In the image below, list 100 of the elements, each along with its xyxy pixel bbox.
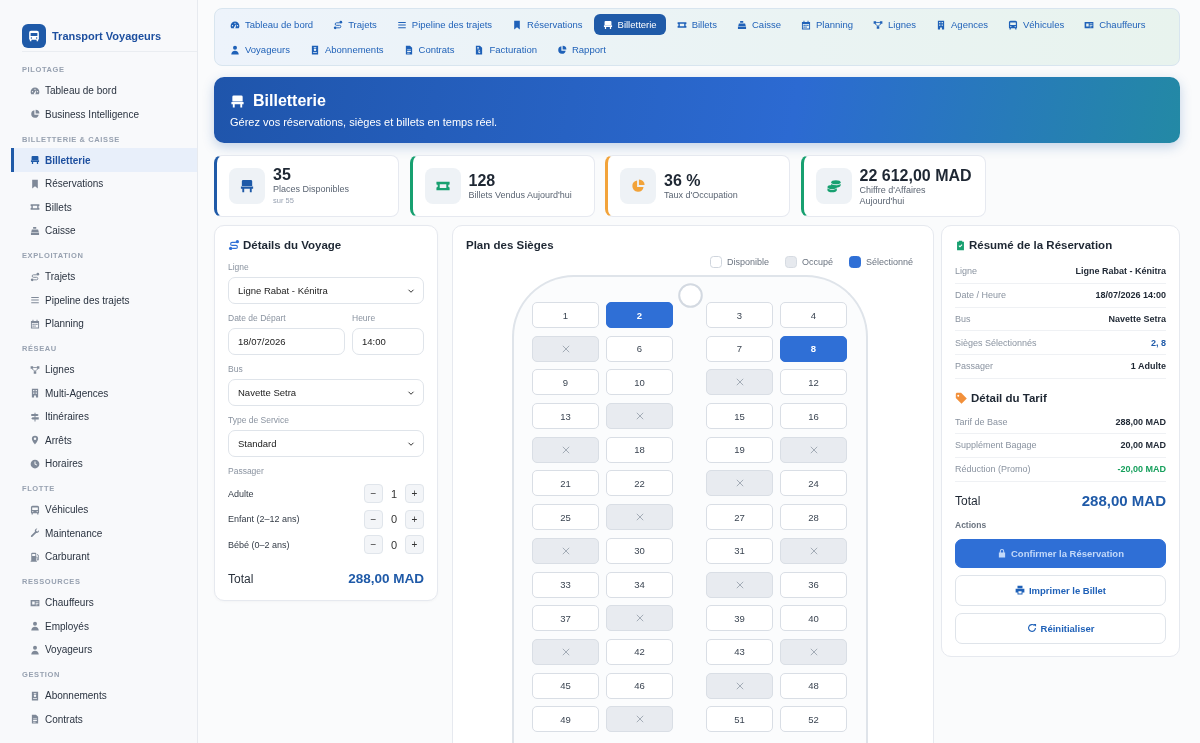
sidebar-item[interactable]: Carburant	[11, 544, 197, 569]
print-button[interactable]: Imprimer le Billet	[955, 574, 1166, 606]
seat-button[interactable]: 24	[780, 470, 847, 497]
nav-tab[interactable]: Billets	[667, 14, 726, 35]
nav-tab[interactable]: Voyageurs	[221, 39, 299, 60]
seat-button[interactable]: 27	[706, 504, 773, 531]
nav-tab[interactable]: Facturation	[465, 39, 546, 60]
seat-button[interactable]	[780, 537, 847, 564]
date-field[interactable]: 18/07/2026	[228, 328, 345, 355]
sidebar-item[interactable]: Arrêts	[11, 428, 197, 452]
seat-button[interactable]: 30	[606, 537, 673, 564]
seat-button[interactable]: 15	[706, 403, 773, 430]
seat-button[interactable]	[532, 436, 599, 463]
seat-button[interactable]	[780, 638, 847, 665]
seat-button[interactable]: 28	[780, 504, 847, 531]
nav-tab[interactable]: Réservations	[503, 14, 592, 35]
seat-button[interactable]: 34	[606, 571, 673, 598]
increment-button[interactable]: +	[405, 509, 424, 529]
decrement-button[interactable]: −	[364, 509, 383, 529]
seat-button[interactable]: 51	[706, 706, 773, 733]
seat-button[interactable]: 42	[606, 638, 673, 665]
seat-button[interactable]: 45	[532, 672, 599, 699]
sidebar-item[interactable]: Tableau de bord	[11, 78, 197, 103]
sidebar-item[interactable]: Billets	[11, 195, 197, 219]
sidebar-item[interactable]: Planning	[11, 311, 197, 336]
nav-tab[interactable]: Billetterie	[593, 14, 666, 35]
sidebar-item[interactable]: Employés	[11, 614, 197, 638]
nav-tab[interactable]: Véhicules	[999, 14, 1074, 35]
reset-button[interactable]: Réinitialiser	[955, 612, 1166, 644]
sidebar-item[interactable]: Business Intelligence	[11, 102, 197, 126]
decrement-button[interactable]: −	[364, 484, 383, 504]
nav-tab[interactable]: Caisse	[728, 14, 791, 35]
seat-button[interactable]	[780, 436, 847, 463]
seat-button[interactable]: 21	[532, 470, 599, 497]
sidebar-item[interactable]: Abonnements	[11, 683, 197, 708]
sidebar-item[interactable]: Réservations	[11, 171, 197, 196]
seat-button[interactable]: 25	[532, 504, 599, 531]
seat-button[interactable]: 22	[606, 470, 673, 497]
seat-button[interactable]: 52	[780, 706, 847, 733]
seat-button[interactable]	[706, 369, 773, 396]
sidebar-item[interactable]: Trajets	[11, 264, 197, 289]
seat-button[interactable]: 1	[532, 302, 599, 328]
sidebar-item[interactable]: Horaires	[11, 451, 197, 476]
seat-button[interactable]: 10	[606, 369, 673, 396]
seat-button[interactable]: 39	[706, 605, 773, 632]
seat-button[interactable]: 31	[706, 537, 773, 564]
seat-button[interactable]	[532, 537, 599, 564]
seat-button[interactable]: 48	[780, 672, 847, 699]
seat-button[interactable]	[606, 605, 673, 632]
seat-button[interactable]: 36	[780, 571, 847, 598]
seat-button[interactable]: 8	[780, 335, 847, 362]
sidebar-item[interactable]: Multi-Agences	[11, 381, 197, 405]
seat-button[interactable]: 12	[780, 369, 847, 396]
nav-tab[interactable]: Lignes	[864, 14, 925, 35]
sidebar-item[interactable]: Chauffeurs	[11, 590, 197, 615]
seat-button[interactable]: 16	[780, 403, 847, 430]
nav-tab[interactable]: Contrats	[394, 39, 464, 60]
seat-button[interactable]	[706, 672, 773, 699]
increment-button[interactable]: +	[405, 535, 424, 555]
nav-tab[interactable]: Abonnements	[300, 39, 393, 60]
nav-tab[interactable]: Chauffeurs	[1075, 14, 1155, 35]
seat-button[interactable]: 6	[606, 335, 673, 362]
seat-button[interactable]: 3	[706, 302, 773, 328]
dropdown[interactable]: Standard	[228, 430, 424, 457]
dropdown[interactable]: Navette Setra	[228, 379, 424, 406]
sidebar-item[interactable]: Voyageurs	[11, 637, 197, 662]
seat-button[interactable]: 33	[532, 571, 599, 598]
seat-button[interactable]	[532, 335, 599, 362]
sidebar-item[interactable]: Pipeline des trajets	[11, 288, 197, 312]
seat-button[interactable]: 37	[532, 605, 599, 632]
seat-button[interactable]: 4	[780, 302, 847, 328]
nav-tab[interactable]: Trajets	[324, 14, 386, 35]
nav-tab[interactable]: Agences	[927, 14, 997, 35]
nav-tab[interactable]: Pipeline des trajets	[387, 14, 502, 35]
seat-button[interactable]: 19	[706, 436, 773, 463]
sidebar-item[interactable]: Billetterie	[11, 148, 197, 172]
sidebar-item[interactable]: Itinéraires	[11, 404, 197, 429]
sidebar-item[interactable]: Contrats	[11, 707, 197, 731]
seat-button[interactable]	[706, 470, 773, 497]
seat-button[interactable]	[706, 571, 773, 598]
seat-button[interactable]: 9	[532, 369, 599, 396]
decrement-button[interactable]: −	[364, 535, 383, 555]
sidebar-item[interactable]: Véhicules	[11, 497, 197, 522]
sidebar-item[interactable]: Lignes	[11, 357, 197, 382]
nav-tab[interactable]: Rapport	[547, 39, 615, 60]
seat-button[interactable]: 7	[706, 335, 773, 362]
seat-button[interactable]	[606, 504, 673, 531]
nav-tab[interactable]: Planning	[792, 14, 862, 35]
seat-button[interactable]: 40	[780, 605, 847, 632]
increment-button[interactable]: +	[405, 484, 424, 504]
sidebar-item[interactable]: Maintenance	[11, 521, 197, 545]
sidebar-item[interactable]: Caisse	[11, 218, 197, 243]
seat-button[interactable]	[532, 638, 599, 665]
seat-button[interactable]: 13	[532, 403, 599, 430]
seat-button[interactable]	[606, 403, 673, 430]
time-field[interactable]: 14:00	[352, 328, 424, 355]
seat-button[interactable]: 2	[606, 302, 673, 328]
seat-button[interactable]: 46	[606, 672, 673, 699]
seat-button[interactable]: 49	[532, 706, 599, 733]
seat-button[interactable]: 18	[606, 436, 673, 463]
